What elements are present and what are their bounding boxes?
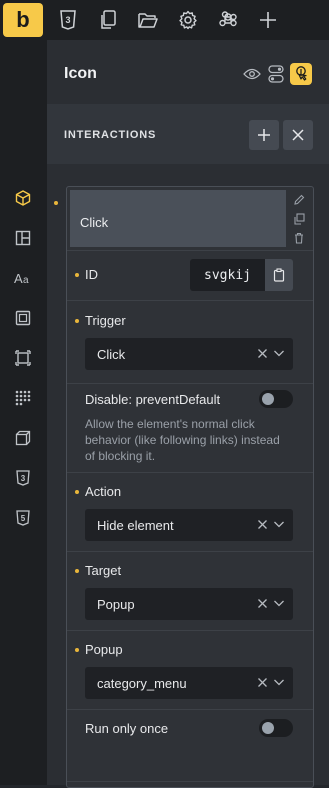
chevron-down-icon xyxy=(274,679,284,686)
panel-header: Icon xyxy=(47,40,329,104)
modified-indicator xyxy=(75,319,79,323)
target-label: Target xyxy=(85,563,122,578)
command-icon[interactable] xyxy=(216,8,240,32)
edit-icon[interactable] xyxy=(289,191,309,209)
add-icon[interactable] xyxy=(256,8,280,32)
transform-icon[interactable] xyxy=(12,427,34,449)
logo-button[interactable]: b xyxy=(3,3,43,37)
clear-icon[interactable] xyxy=(257,348,268,359)
interaction-header[interactable]: Click xyxy=(70,190,286,247)
interactions-toggle-button[interactable] xyxy=(290,63,312,85)
popup-label: Popup xyxy=(85,642,123,657)
clear-icon[interactable] xyxy=(257,519,268,530)
close-icon xyxy=(292,129,304,141)
svg-text:3: 3 xyxy=(65,15,70,25)
disable-preventdefault-toggle[interactable] xyxy=(259,390,293,408)
layout-icon[interactable] xyxy=(12,227,34,249)
settings-icon[interactable] xyxy=(176,8,200,32)
target-select[interactable]: Popup xyxy=(85,588,293,620)
close-interactions-button[interactable] xyxy=(283,120,313,150)
toggle-knob xyxy=(262,393,274,405)
modified-indicator xyxy=(75,569,79,573)
modified-indicator xyxy=(75,273,79,277)
id-label: ID xyxy=(85,267,98,282)
folder-icon[interactable] xyxy=(136,8,160,32)
grid-icon[interactable] xyxy=(12,387,34,409)
toggle-layout-icon[interactable] xyxy=(265,63,287,85)
action-select[interactable]: Hide element xyxy=(85,509,293,541)
css3-icon[interactable]: 3 xyxy=(12,467,34,489)
svg-text:3: 3 xyxy=(21,474,26,483)
trigger-select[interactable]: Click xyxy=(85,338,293,370)
eye-icon[interactable] xyxy=(241,63,263,85)
clipboard-icon xyxy=(273,268,285,282)
toggle-knob xyxy=(262,722,274,734)
svg-text:A: A xyxy=(14,271,23,286)
svg-text:5: 5 xyxy=(21,514,26,523)
properties-panel: Icon INTERACTIONS Click ID svgkij Trigge… xyxy=(47,40,329,788)
interaction-title: Click xyxy=(80,215,109,230)
popup-value: category_menu xyxy=(97,676,187,691)
modified-indicator xyxy=(54,201,58,205)
target-value: Popup xyxy=(97,597,135,612)
cube-icon[interactable] xyxy=(12,187,34,209)
pages-icon[interactable] xyxy=(96,8,120,32)
action-value: Hide element xyxy=(97,518,174,533)
spacing-icon[interactable] xyxy=(12,307,34,329)
trigger-label: Trigger xyxy=(85,313,126,328)
popup-select[interactable]: category_menu xyxy=(85,667,293,699)
border-icon[interactable] xyxy=(12,347,34,369)
id-value: svgkij xyxy=(190,259,265,291)
copy-id-button[interactable] xyxy=(265,259,293,291)
action-label: Action xyxy=(85,484,122,499)
css3-icon[interactable]: 3 xyxy=(56,8,80,32)
divider xyxy=(67,472,313,473)
disable-preventdefault-description: Allow the element's normal click behavio… xyxy=(85,417,280,463)
divider xyxy=(67,300,313,301)
chevron-down-icon xyxy=(274,600,284,607)
duplicate-icon[interactable] xyxy=(289,210,309,228)
section-title: INTERACTIONS xyxy=(64,129,157,141)
pointer-click-icon xyxy=(296,66,307,81)
divider xyxy=(67,709,313,710)
svg-text:a: a xyxy=(23,275,29,286)
run-only-once-label: Run only once xyxy=(85,721,169,736)
panel-title: Icon xyxy=(64,65,97,82)
interactions-section-header: INTERACTIONS xyxy=(47,104,329,164)
divider xyxy=(67,781,313,782)
html5-icon[interactable]: 5 xyxy=(12,507,34,529)
top-toolbar: b 3 xyxy=(0,0,329,40)
divider xyxy=(67,250,313,251)
add-interaction-button[interactable] xyxy=(249,120,279,150)
clear-icon[interactable] xyxy=(257,598,268,609)
plus-icon xyxy=(258,129,270,141)
interaction-card: Click ID svgkij Trigger Click Disable: p… xyxy=(66,186,314,788)
trash-icon[interactable] xyxy=(289,229,309,247)
run-only-once-toggle[interactable] xyxy=(259,719,293,737)
divider xyxy=(67,551,313,552)
modified-indicator xyxy=(75,490,79,494)
clear-icon[interactable] xyxy=(257,677,268,688)
left-sidebar: Aa 3 5 xyxy=(0,40,47,785)
disable-preventdefault-label: Disable: preventDefault xyxy=(85,392,221,407)
trigger-value: Click xyxy=(97,347,126,362)
divider xyxy=(67,383,313,384)
chevron-down-icon xyxy=(274,350,284,357)
typography-icon[interactable]: Aa xyxy=(12,267,34,289)
divider xyxy=(67,630,313,631)
modified-indicator xyxy=(75,648,79,652)
chevron-down-icon xyxy=(274,521,284,528)
